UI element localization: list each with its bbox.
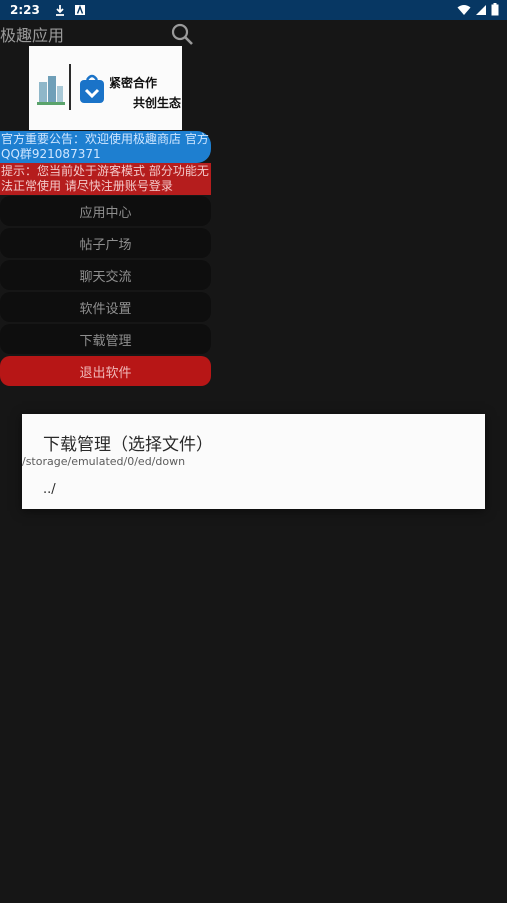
a-icon — [74, 4, 86, 16]
promo-banner[interactable]: 紧密合作 共创生态 — [29, 46, 182, 130]
banner-line-1: 紧密合作 — [109, 76, 158, 90]
battery-icon — [491, 1, 499, 20]
chat-button[interactable]: 聊天交流 — [0, 260, 211, 290]
app-center-button[interactable]: 应用中心 — [0, 196, 211, 226]
signal-icon — [475, 1, 487, 20]
shopping-bag-logo-icon — [80, 74, 104, 103]
banner-line-2: 共创生态 — [133, 96, 182, 110]
app-title: 极趣应用 — [0, 26, 65, 45]
dialog-title: 下载管理（选择文件） — [43, 435, 213, 455]
official-notice: 官方重要公告：欢迎使用极趣商店 官方QQ群921087371 — [0, 131, 211, 163]
search-icon[interactable] — [170, 22, 194, 46]
status-time: 2:23 — [10, 3, 40, 17]
file-picker-dialog: 下载管理（选择文件） /storage/emulated/0/ed/down .… — [22, 414, 485, 509]
settings-button[interactable]: 软件设置 — [0, 292, 211, 322]
post-square-button[interactable]: 帖子广场 — [0, 228, 211, 258]
exit-button[interactable]: 退出软件 — [0, 356, 211, 386]
wifi-icon — [457, 1, 471, 20]
buildings-illustration-icon — [37, 76, 65, 105]
download-manager-button[interactable]: 下载管理 — [0, 324, 211, 354]
status-bar: 2:23 — [0, 0, 507, 20]
guest-mode-tip: 提示：您当前处于游客模式 部分功能无法正常使用 请尽快注册账号登录 — [0, 163, 211, 195]
banner-divider — [69, 64, 71, 110]
download-icon — [54, 4, 66, 16]
dialog-path: /storage/emulated/0/ed/down — [22, 455, 186, 468]
parent-directory-entry[interactable]: ../ — [43, 482, 56, 497]
